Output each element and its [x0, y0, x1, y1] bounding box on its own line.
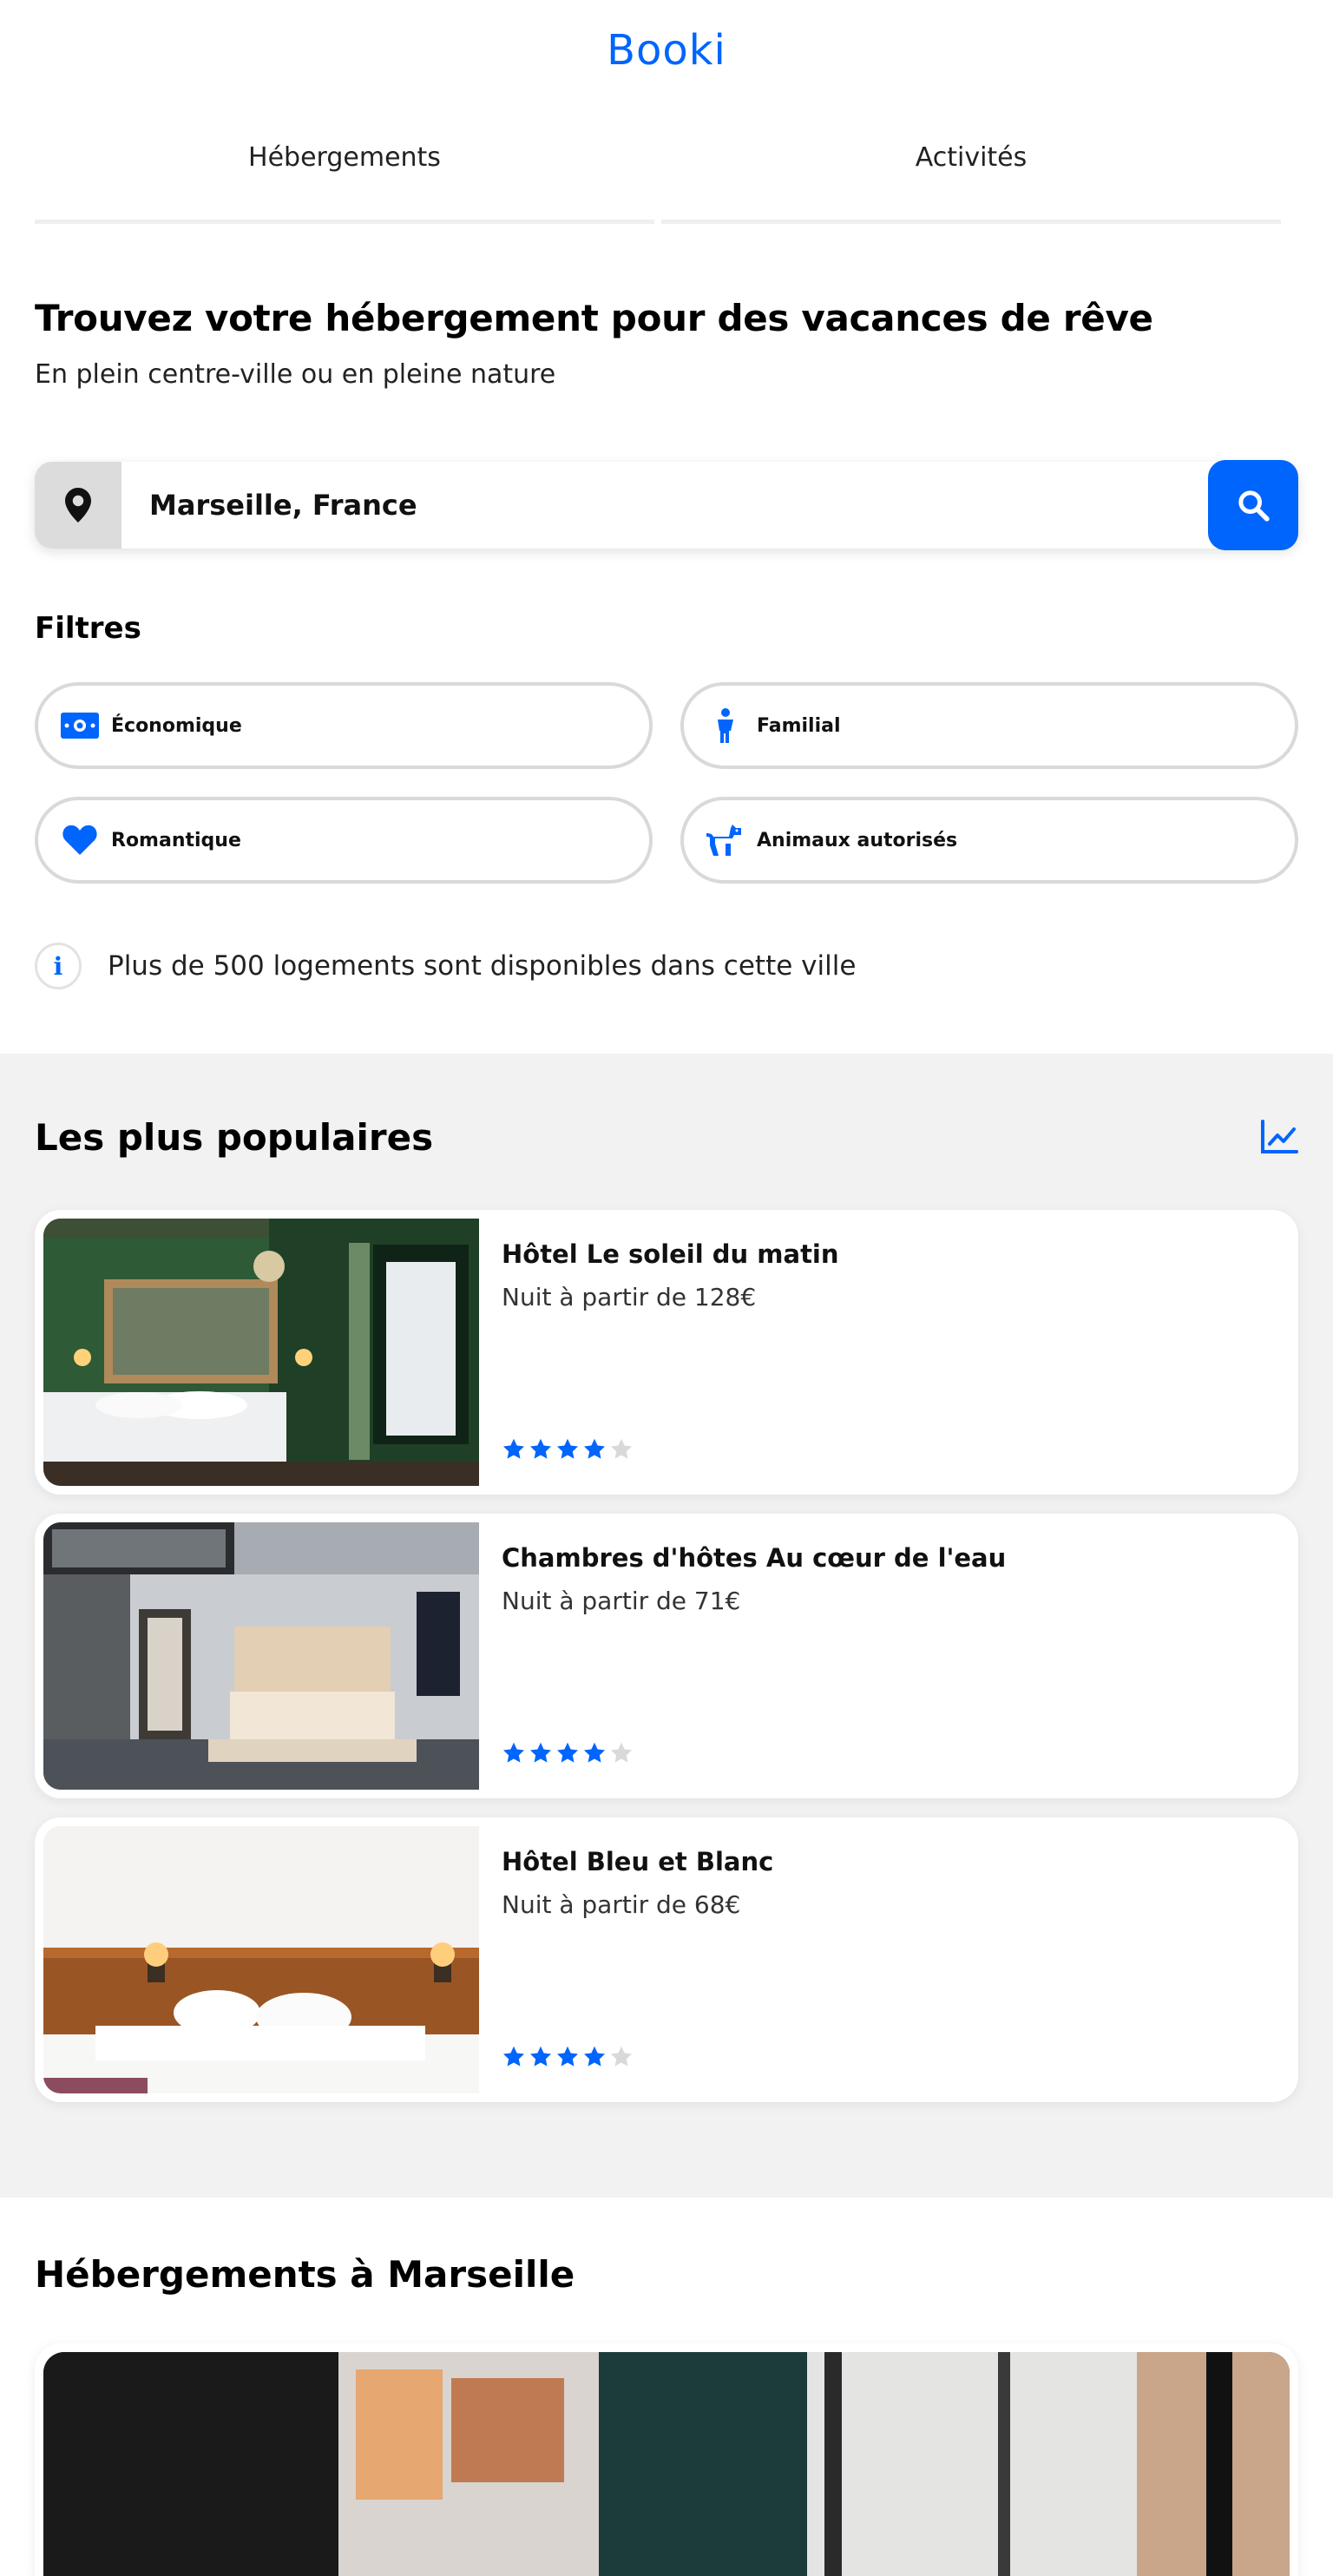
star-rating [502, 1741, 634, 1765]
star-filled-icon [502, 2046, 525, 2067]
hotel-price: Nuit à partir de 71€ [502, 1587, 741, 1615]
hotel-photo [43, 1522, 479, 1790]
hotel-card[interactable]: Hôtel Le soleil du matin Nuit à partir d… [35, 1210, 1298, 1495]
page-title: Trouvez votre hébergement pour des vacan… [35, 297, 1153, 339]
filter-label: Économique [111, 714, 242, 737]
star-filled-icon [502, 1742, 525, 1763]
dog-icon [705, 819, 746, 861]
tab-bar: Hébergements Activités [35, 122, 1281, 224]
star-filled-icon [583, 2046, 606, 2067]
filter-familial[interactable]: Familial [680, 682, 1298, 769]
star-filled-icon [529, 1742, 552, 1763]
hotel-price: Nuit à partir de 68€ [502, 1890, 741, 1919]
filter-economique[interactable]: Économique [35, 682, 653, 769]
marseille-title: Hébergements à Marseille [35, 2253, 575, 2296]
header: Booki [0, 0, 1333, 104]
filters-title: Filtres [35, 611, 141, 646]
tab-hebergements[interactable]: Hébergements [35, 122, 654, 224]
accommodation-photo [43, 2352, 1290, 2576]
star-filled-icon [502, 1438, 525, 1459]
search-bar [35, 460, 1298, 550]
hotel-photo [43, 1219, 479, 1486]
child-icon [705, 705, 746, 746]
star-filled-icon [556, 1438, 579, 1459]
star-rating [502, 2045, 634, 2069]
hotel-name: Hôtel Bleu et Blanc [502, 1847, 774, 1876]
star-empty-icon [610, 2046, 633, 2067]
filter-animaux[interactable]: Animaux autorisés [680, 797, 1298, 884]
hotel-card[interactable]: Chambres d'hôtes Au cœur de l'eau Nuit à… [35, 1514, 1298, 1798]
search-input[interactable] [121, 462, 1208, 549]
info-text: Plus de 500 logements sont disponibles d… [108, 950, 857, 982]
filter-label: Animaux autorisés [757, 829, 958, 851]
hotel-name: Chambres d'hôtes Au cœur de l'eau [502, 1543, 1007, 1573]
popular-section: Les plus populaires Hôtel Le soleil du m… [0, 1054, 1333, 2198]
star-filled-icon [583, 1742, 606, 1763]
star-empty-icon [610, 1742, 633, 1763]
popular-title: Les plus populaires [35, 1116, 434, 1159]
info-message: i Plus de 500 logements sont disponibles… [35, 943, 856, 989]
star-rating [502, 1437, 634, 1462]
page-subtitle: En plein centre-ville ou en pleine natur… [35, 359, 556, 390]
search-icon [1238, 490, 1270, 522]
filter-romantique[interactable]: Romantique [35, 797, 653, 884]
location-pin-icon [35, 462, 121, 549]
info-icon: i [35, 943, 82, 989]
tab-activites[interactable]: Activités [661, 122, 1281, 224]
money-icon [59, 705, 101, 746]
star-empty-icon [610, 1438, 633, 1459]
filter-label: Romantique [111, 829, 241, 851]
hotel-name: Hôtel Le soleil du matin [502, 1239, 839, 1269]
logo[interactable]: Booki [0, 26, 1333, 75]
star-filled-icon [529, 1438, 552, 1459]
star-filled-icon [556, 2046, 579, 2067]
trend-chart-icon[interactable] [1260, 1120, 1298, 1154]
hotel-card[interactable]: Hôtel Bleu et Blanc Nuit à partir de 68€ [35, 1817, 1298, 2102]
filter-label: Familial [757, 714, 841, 737]
heart-icon [59, 819, 101, 861]
search-button[interactable] [1208, 460, 1298, 550]
star-filled-icon [583, 1438, 606, 1459]
accommodation-card[interactable] [35, 2343, 1298, 2576]
star-filled-icon [556, 1742, 579, 1763]
star-filled-icon [529, 2046, 552, 2067]
hotel-photo [43, 1826, 479, 2093]
hotel-price: Nuit à partir de 128€ [502, 1283, 757, 1311]
